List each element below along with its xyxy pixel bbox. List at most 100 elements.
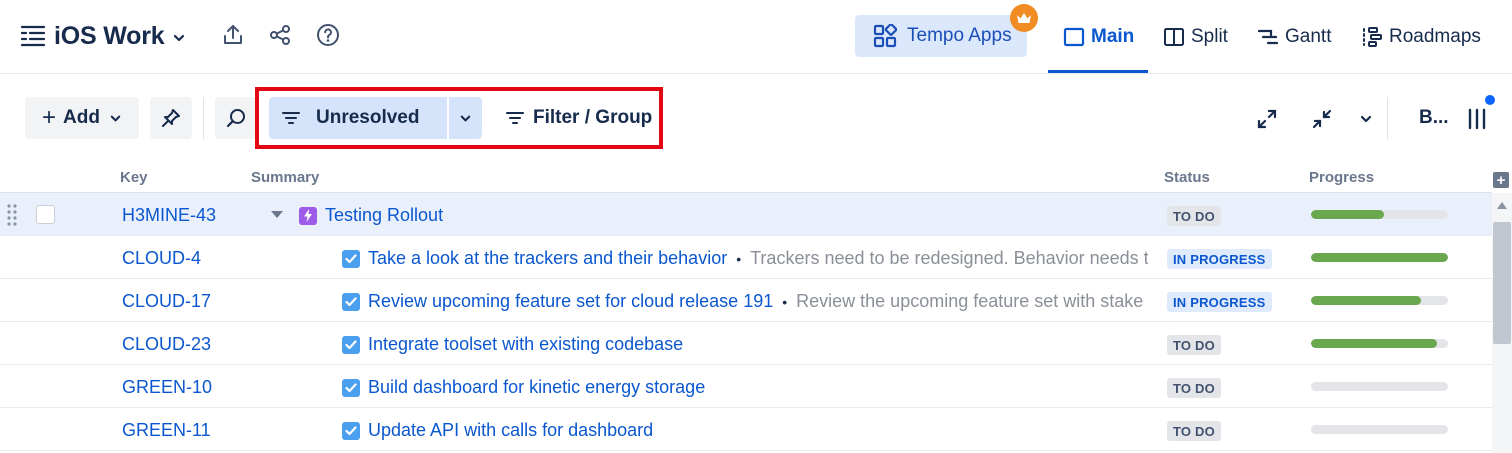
apps-grid-icon [873,24,897,48]
task-checkbox-icon [342,292,360,311]
unresolved-filter-button[interactable]: Unresolved [269,97,447,139]
issue-description: Review the upcoming feature set with sta… [796,291,1144,311]
share-icon [270,25,290,45]
active-tab-indicator [1048,70,1148,73]
share-button[interactable] [267,22,293,48]
task-checkbox-icon [342,249,360,268]
unresolved-filter-dropdown[interactable] [449,97,482,139]
unresolved-filter-label: Unresolved [316,107,420,128]
table-row[interactable]: H3MINE-43 Testing Rollout TO DO [0,193,1492,236]
collapse-icon [1312,109,1332,129]
filter-group-button[interactable]: Filter / Group [505,97,653,139]
search-button[interactable] [215,97,257,139]
issue-summary[interactable]: Build dashboard for kinetic energy stora… [368,377,705,398]
status-badge[interactable]: TO DO [1167,378,1221,398]
toolbar-divider [1387,97,1388,139]
issue-key[interactable]: H3MINE-43 [122,205,216,226]
issue-summary[interactable]: Review upcoming feature set for cloud re… [368,291,773,312]
issue-key[interactable]: CLOUD-4 [122,248,201,269]
plus-icon: + [42,104,57,131]
issue-summary[interactable]: Take a look at the trackers and their be… [368,248,727,269]
issue-summary[interactable]: Integrate toolset with existing codebase [368,334,683,355]
tab-main-label: Main [1091,26,1135,47]
status-badge[interactable]: IN PROGRESS [1167,249,1272,269]
chevron-down-icon [174,34,185,41]
expand-icon [1257,109,1277,129]
search-icon [226,109,245,128]
table-row[interactable]: CLOUD-23 Integrate toolset with existing … [0,322,1492,365]
issue-key[interactable]: GREEN-11 [122,420,211,441]
issue-key[interactable]: CLOUD-23 [122,334,211,355]
board-title-menu[interactable]: iOS Work [20,20,186,52]
tab-main[interactable]: Main [1063,22,1134,52]
crown-icon [1017,13,1031,23]
progress-bar [1311,382,1448,391]
tab-gantt-label: Gantt [1285,26,1332,47]
split-view-icon [1164,28,1184,46]
tab-roadmaps[interactable]: Roadmaps [1361,22,1481,52]
filter-group-label: Filter / Group [533,107,653,128]
status-badge[interactable]: TO DO [1167,206,1221,226]
chevron-down-icon [1360,115,1372,123]
tab-split-label: Split [1191,26,1228,47]
issue-key[interactable]: GREEN-10 [122,377,212,398]
progress-fill [1311,253,1448,262]
tab-roadmaps-label: Roadmaps [1389,26,1481,47]
notification-dot [1485,95,1495,105]
export-button[interactable] [220,22,246,48]
progress-fill [1311,210,1384,219]
scroll-up-arrow[interactable] [1497,202,1507,209]
table-row[interactable]: GREEN-10 Build dashboard for kinetic ener… [0,365,1492,408]
progress-bar [1311,253,1448,262]
tab-split[interactable]: Split [1163,22,1228,52]
toolbar-divider [203,97,204,139]
add-column-button[interactable]: + [1493,172,1509,188]
issue-description: Trackers need to be redesigned. Behavior… [750,248,1148,268]
expand-all-button[interactable] [1253,105,1281,133]
pin-icon [162,109,180,127]
top-header: iOS Work Tempo Apps Main Split Gantt Roa… [0,0,1512,74]
tab-gantt[interactable]: Gantt [1257,22,1331,52]
tempo-apps-button[interactable]: Tempo Apps [855,15,1027,57]
help-icon [317,24,339,46]
progress-bar [1311,425,1448,434]
progress-bar [1311,296,1448,305]
columns-button[interactable] [1463,105,1491,133]
separator-dot: • [736,250,742,267]
add-button[interactable]: + Add [25,97,139,139]
separator-dot: • [782,293,788,310]
b-view-button[interactable]: B... [1419,107,1449,129]
status-badge[interactable]: TO DO [1167,421,1221,441]
status-badge[interactable]: IN PROGRESS [1167,292,1272,312]
issue-summary[interactable]: Testing Rollout [325,205,443,226]
export-icon [224,25,242,44]
column-header-key[interactable]: Key [120,169,148,186]
progress-fill [1311,296,1421,305]
structure-board-icon [20,25,46,47]
issue-key[interactable]: CLOUD-17 [122,291,211,312]
column-header-status[interactable]: Status [1164,169,1210,186]
task-checkbox-icon [342,378,360,397]
issue-summary[interactable]: Update API with calls for dashboard [368,420,653,441]
drag-handle-icon[interactable] [6,202,18,228]
status-badge[interactable]: TO DO [1167,335,1221,355]
table-row[interactable]: CLOUD-4 Take a look at the trackers and t… [0,236,1492,279]
tempo-apps-label: Tempo Apps [907,25,1012,46]
chevron-down-icon [110,115,121,121]
expand-toggle-icon[interactable] [271,211,283,218]
collapse-options-dropdown[interactable] [1352,105,1380,133]
add-button-label: Add [63,107,100,128]
table-row[interactable]: GREEN-11 Update API with calls for dashbo… [0,408,1492,451]
scrollbar-thumb[interactable] [1493,222,1511,344]
progress-bar [1311,210,1448,219]
collapse-all-button[interactable] [1308,105,1336,133]
task-checkbox-icon [342,335,360,354]
column-header-summary[interactable]: Summary [251,169,319,186]
pin-button[interactable] [150,97,192,139]
roadmaps-icon [1363,27,1382,47]
table-row[interactable]: CLOUD-17 Review upcoming feature set for … [0,279,1492,322]
row-checkbox[interactable] [36,205,55,224]
filter-lines-icon [506,112,524,124]
help-button[interactable] [315,22,341,48]
column-header-progress[interactable]: Progress [1309,169,1374,186]
